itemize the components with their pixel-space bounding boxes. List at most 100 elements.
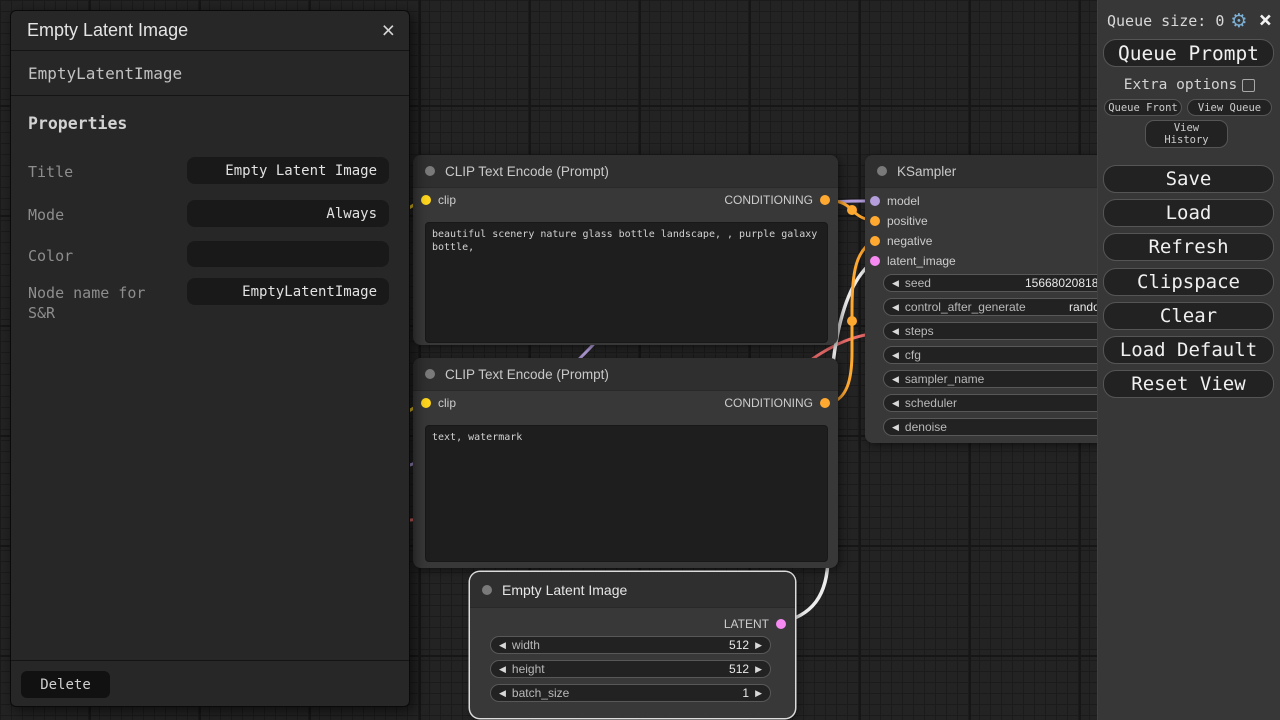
queue-front-button[interactable]: Queue Front bbox=[1104, 99, 1182, 116]
node-status-dot bbox=[482, 585, 492, 595]
widget-name: width bbox=[512, 638, 540, 652]
view-queue-button[interactable]: View Queue bbox=[1187, 99, 1272, 116]
comfyui-menu-panel: Queue size: 0 ⚙ × Queue Prompt Extra opt… bbox=[1097, 0, 1280, 720]
decrement-arrow-icon[interactable]: ◀ bbox=[499, 689, 506, 698]
input-label: clip bbox=[438, 396, 456, 410]
height-widget[interactable]: ◀ height 512 ▶ bbox=[490, 660, 771, 678]
widget-value[interactable]: 512 bbox=[545, 662, 749, 676]
input-label: negative bbox=[887, 234, 932, 248]
latent-image-input-port[interactable] bbox=[870, 256, 880, 266]
increment-arrow-icon[interactable]: ▶ bbox=[755, 665, 762, 674]
decrement-arrow-icon[interactable]: ◀ bbox=[892, 351, 899, 360]
conditioning-output-port[interactable] bbox=[820, 398, 830, 408]
input-label: clip bbox=[438, 193, 456, 207]
batch-size-widget[interactable]: ◀ batch_size 1 ▶ bbox=[490, 684, 771, 702]
view-history-button[interactable]: View History bbox=[1145, 120, 1228, 148]
dialog-title: Empty Latent Image bbox=[27, 20, 382, 41]
clear-button[interactable]: Clear bbox=[1103, 302, 1274, 330]
color-field[interactable] bbox=[187, 241, 389, 267]
width-widget[interactable]: ◀ width 512 ▶ bbox=[490, 636, 771, 654]
widget-name: height bbox=[512, 662, 545, 676]
property-label: Mode bbox=[28, 205, 178, 225]
node-title-bar[interactable]: Empty Latent Image bbox=[470, 572, 795, 608]
property-row-mode: Mode Always bbox=[28, 200, 389, 228]
input-label: latent_image bbox=[887, 254, 956, 268]
decrement-arrow-icon[interactable]: ◀ bbox=[892, 303, 899, 312]
property-label: Title bbox=[28, 162, 178, 182]
prompt-textarea[interactable]: beautiful scenery nature glass bottle la… bbox=[425, 222, 828, 343]
widget-value[interactable]: 1 bbox=[569, 686, 749, 700]
clip-input-port[interactable] bbox=[421, 195, 431, 205]
property-label: Color bbox=[28, 246, 178, 266]
properties-section-title: Properties bbox=[11, 96, 409, 133]
negative-input-port[interactable] bbox=[870, 236, 880, 246]
refresh-button[interactable]: Refresh bbox=[1103, 233, 1274, 261]
decrement-arrow-icon[interactable]: ◀ bbox=[892, 327, 899, 336]
widget-name: steps bbox=[905, 324, 934, 338]
widget-name: cfg bbox=[905, 348, 921, 362]
output-label: LATENT bbox=[724, 617, 769, 631]
node-status-dot bbox=[877, 166, 887, 176]
positive-input-port[interactable] bbox=[870, 216, 880, 226]
load-button[interactable]: Load bbox=[1103, 199, 1274, 227]
widget-value[interactable]: 156680208184920 bbox=[931, 276, 1125, 290]
widget-name: denoise bbox=[905, 420, 947, 434]
node-title: Empty Latent Image bbox=[502, 582, 627, 598]
extra-options-label: Extra options bbox=[1124, 77, 1238, 93]
increment-arrow-icon[interactable]: ▶ bbox=[755, 641, 762, 650]
close-icon[interactable]: × bbox=[382, 19, 395, 42]
node-status-dot bbox=[425, 369, 435, 379]
delete-button[interactable]: Delete bbox=[21, 671, 110, 698]
input-label: model bbox=[887, 194, 920, 208]
save-button[interactable]: Save bbox=[1103, 165, 1274, 193]
widget-value[interactable]: 512 bbox=[540, 638, 749, 652]
output-label: CONDITIONING bbox=[724, 396, 813, 410]
decrement-arrow-icon[interactable]: ◀ bbox=[892, 399, 899, 408]
decrement-arrow-icon[interactable]: ◀ bbox=[892, 423, 899, 432]
property-label: Node name for S&R bbox=[28, 283, 178, 323]
decrement-arrow-icon[interactable]: ◀ bbox=[892, 375, 899, 384]
decrement-arrow-icon[interactable]: ◀ bbox=[499, 641, 506, 650]
queue-size-label: Queue size: 0 bbox=[1107, 12, 1224, 30]
conditioning-output-port[interactable] bbox=[820, 195, 830, 205]
extra-options-checkbox[interactable] bbox=[1242, 79, 1255, 92]
view-history-line1: View bbox=[1174, 122, 1199, 134]
node-status-dot bbox=[425, 166, 435, 176]
prompt-textarea[interactable]: text, watermark bbox=[425, 425, 828, 562]
node-clip-text-encode-negative[interactable]: CLIP Text Encode (Prompt) clip CONDITION… bbox=[413, 358, 838, 568]
reset-view-button[interactable]: Reset View bbox=[1103, 370, 1274, 398]
mode-field[interactable]: Always bbox=[187, 200, 389, 227]
queue-prompt-button[interactable]: Queue Prompt bbox=[1103, 39, 1274, 67]
latent-output-port[interactable] bbox=[776, 619, 786, 629]
widget-name: control_after_generate bbox=[905, 300, 1026, 314]
divider bbox=[11, 660, 409, 661]
property-row-title: Title Empty Latent Image bbox=[28, 157, 389, 185]
clip-input-port[interactable] bbox=[421, 398, 431, 408]
property-row-color: Color bbox=[28, 241, 389, 268]
output-label: CONDITIONING bbox=[724, 193, 813, 207]
node-clip-text-encode-positive[interactable]: CLIP Text Encode (Prompt) clip CONDITION… bbox=[413, 155, 838, 345]
decrement-arrow-icon[interactable]: ◀ bbox=[892, 279, 899, 288]
node-title: KSampler bbox=[897, 164, 956, 179]
model-input-port[interactable] bbox=[870, 196, 880, 206]
node-title-bar[interactable]: CLIP Text Encode (Prompt) bbox=[413, 155, 838, 188]
title-field[interactable]: Empty Latent Image bbox=[187, 157, 389, 184]
clipspace-button[interactable]: Clipspace bbox=[1103, 268, 1274, 296]
node-title-bar[interactable]: CLIP Text Encode (Prompt) bbox=[413, 358, 838, 391]
node-title: CLIP Text Encode (Prompt) bbox=[445, 367, 609, 382]
link-midpoint-dot bbox=[847, 205, 857, 215]
widget-name: seed bbox=[905, 276, 931, 290]
link-midpoint-dot bbox=[847, 316, 857, 326]
gear-icon[interactable]: ⚙ bbox=[1230, 12, 1247, 31]
decrement-arrow-icon[interactable]: ◀ bbox=[499, 665, 506, 674]
node-empty-latent-image[interactable]: Empty Latent Image LATENT ◀ width 512 ▶ … bbox=[470, 572, 795, 718]
widget-name: batch_size bbox=[512, 686, 569, 700]
node-name-field[interactable]: EmptyLatentImage bbox=[187, 278, 389, 305]
close-icon[interactable]: × bbox=[1259, 10, 1272, 32]
load-default-button[interactable]: Load Default bbox=[1103, 336, 1274, 364]
node-title: CLIP Text Encode (Prompt) bbox=[445, 164, 609, 179]
property-row-node-name: Node name for S&R EmptyLatentImage bbox=[28, 278, 389, 306]
increment-arrow-icon[interactable]: ▶ bbox=[755, 689, 762, 698]
input-label: positive bbox=[887, 214, 928, 228]
widget-name: sampler_name bbox=[905, 372, 984, 386]
